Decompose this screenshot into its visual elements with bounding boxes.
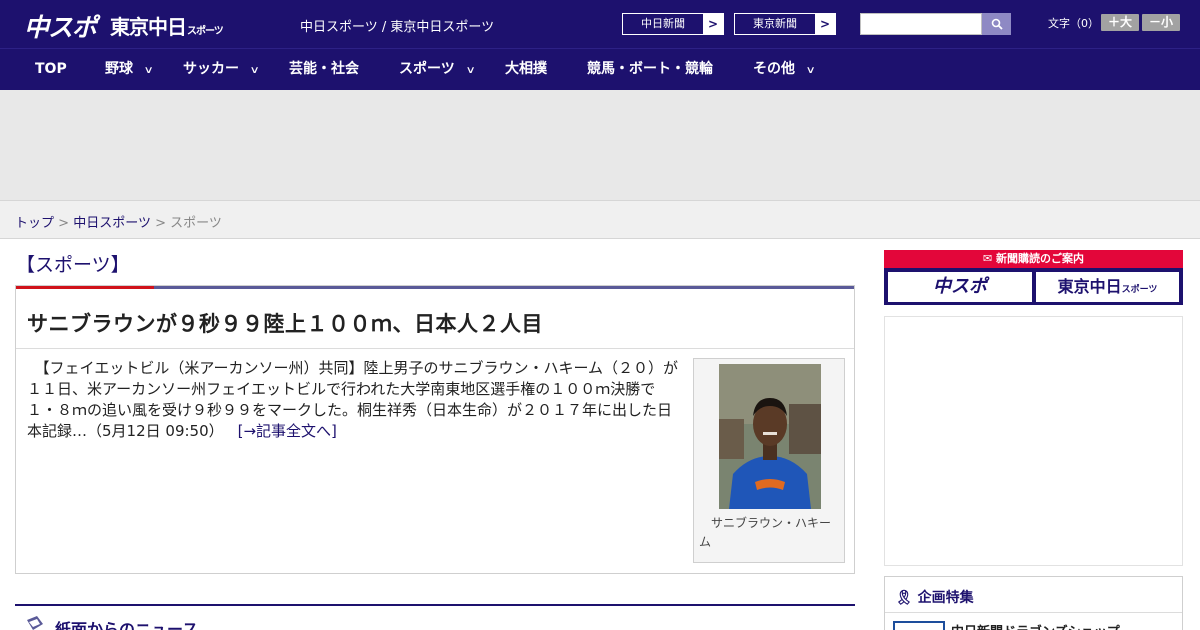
ad-banner-area — [0, 90, 1200, 200]
tokyo-chunichi-subscribe-logo[interactable]: 東京中日スポーツ — [1036, 272, 1179, 302]
article-lead: 【フェイエットビル（米アーカンソー州）共同】陸上男子のサニブラウン・ハキーム（２… — [27, 358, 683, 442]
read-more-link[interactable]: [→記事全文へ] — [238, 422, 337, 440]
newspaper-news-section: 紙面からのニュース — [15, 604, 855, 630]
athlete-photo-image — [719, 364, 821, 509]
site-title-link[interactable]: 中日スポーツ / 東京中日スポーツ — [300, 16, 494, 35]
search-input[interactable] — [860, 13, 982, 35]
chevron-right-icon: > — [819, 17, 831, 31]
article-photo[interactable] — [719, 364, 821, 509]
search-button[interactable] — [982, 13, 1011, 35]
font-smaller-button[interactable]: －小 — [1142, 14, 1180, 31]
chunichi-shimbun-label: 中日新聞 — [623, 14, 703, 34]
font-larger-button[interactable]: ＋大 — [1101, 14, 1139, 31]
nav-item-label: スポーツ — [399, 61, 455, 77]
nav-item-label: その他 — [753, 61, 795, 77]
newspaper-icon — [27, 616, 43, 630]
breadcrumb-parent-link[interactable]: 中日スポーツ — [73, 216, 151, 231]
tokyo-logo-text: 東京中日 — [110, 15, 187, 39]
nav-item-label: 芸能・社会 — [289, 61, 359, 77]
feature-section: 🎗 企画特集 中日新聞ドラゴンズショップ — [884, 576, 1183, 630]
sidebar-ad-slot — [884, 316, 1183, 566]
nav-item-sports[interactable]: スポーツ ∨ — [399, 49, 476, 90]
breadcrumb-current: スポーツ — [170, 216, 222, 231]
chevron-down-icon: ∨ — [143, 65, 154, 76]
tokyo-chunichi-logo[interactable]: 東京中日スポーツ — [110, 11, 224, 40]
tokyo-subscribe-logo-text: 東京中日 — [1057, 277, 1122, 296]
nav-item-other[interactable]: その他 ∨ — [753, 49, 816, 90]
nav-item-racing[interactable]: 競馬・ボート・競輪 — [587, 49, 713, 90]
site-header: 中スポ 東京中日スポーツ 中日スポーツ / 東京中日スポーツ 中日新聞 > 東京… — [0, 0, 1200, 48]
nav-item-sumo[interactable]: 大相撲 — [505, 49, 547, 90]
chevron-down-icon: ∨ — [465, 65, 476, 76]
chuspo-subscribe-logo[interactable]: 中スポ — [888, 272, 1032, 302]
subscription-heading-text: 新聞購読のご案内 — [996, 252, 1085, 265]
subscription-banner[interactable]: ✉ 新聞購読のご案内 中スポ 東京中日スポーツ — [884, 250, 1183, 305]
tokyo-shimbun-label: 東京新聞 — [735, 14, 815, 34]
divider — [885, 612, 1182, 613]
feature-title: 🎗 企画特集 — [895, 587, 974, 607]
article-top-border — [16, 286, 854, 289]
nav-item-label: サッカー — [183, 61, 239, 77]
feature-thumbnail[interactable] — [893, 621, 945, 630]
chevron-down-icon: ∨ — [249, 65, 260, 76]
nav-item-label: 大相撲 — [505, 61, 547, 77]
search-icon — [991, 18, 1003, 30]
nav-item-soccer[interactable]: サッカー ∨ — [183, 49, 260, 90]
tokyo-logo-small: スポーツ — [187, 26, 224, 37]
subscription-heading: ✉ 新聞購読のご案内 — [884, 250, 1183, 268]
font-size-label: 文字（0） — [1048, 17, 1099, 30]
article-lead-text: 【フェイエットビル（米アーカンソー州）共同】陸上男子のサニブラウン・ハキーム（２… — [27, 359, 679, 440]
article-card: サニブラウンが９秒９９陸上１００ｍ、日本人２人目 【フェイエットビル（米アーカン… — [15, 285, 855, 574]
chuspo-logo[interactable]: 中スポ — [24, 8, 97, 44]
breadcrumb-separator: > — [155, 216, 166, 231]
nav-item-baseball[interactable]: 野球 ∨ — [105, 49, 154, 90]
nav-item-label: 競馬・ボート・競輪 — [587, 61, 713, 77]
section-title: 【スポーツ】 — [16, 254, 130, 276]
chevron-right-icon: > — [707, 17, 719, 31]
article-photo-box: サニブラウン・ハキーム — [693, 358, 845, 563]
tokyo-subscribe-logo-small: スポーツ — [1121, 285, 1158, 295]
breadcrumb-home-link[interactable]: トップ — [15, 216, 54, 231]
nav-item-label: 野球 — [105, 61, 133, 77]
nav-item-entertainment[interactable]: 芸能・社会 — [289, 49, 359, 90]
nav-item-top[interactable]: TOP — [35, 49, 67, 90]
article-headline[interactable]: サニブラウンが９秒９９陸上１００ｍ、日本人２人目 — [27, 308, 543, 338]
main-nav: TOP 野球 ∨ サッカー ∨ 芸能・社会 スポーツ ∨ 大相撲 競馬・ボート・競輪 … — [0, 48, 1200, 90]
chevron-down-icon: ∨ — [805, 65, 816, 76]
news-section-title: 紙面からのニュース — [55, 620, 199, 630]
photo-caption: サニブラウン・ハキーム — [699, 516, 832, 549]
breadcrumb: トップ > 中日スポーツ > スポーツ — [0, 200, 1200, 239]
divider — [16, 348, 854, 349]
feature-item-link[interactable]: 中日新聞ドラゴンズショップ — [951, 621, 1120, 630]
ticket-icon: ✉ — [982, 252, 997, 265]
feature-title-text: 企画特集 — [917, 590, 974, 606]
chunichi-shimbun-button[interactable]: 中日新聞 > — [622, 13, 724, 35]
breadcrumb-separator: > — [58, 216, 70, 231]
nav-item-label: TOP — [35, 61, 67, 77]
ribbon-icon: 🎗 — [895, 590, 913, 606]
article-accent-bar — [16, 286, 154, 289]
tokyo-shimbun-button[interactable]: 東京新聞 > — [734, 13, 836, 35]
